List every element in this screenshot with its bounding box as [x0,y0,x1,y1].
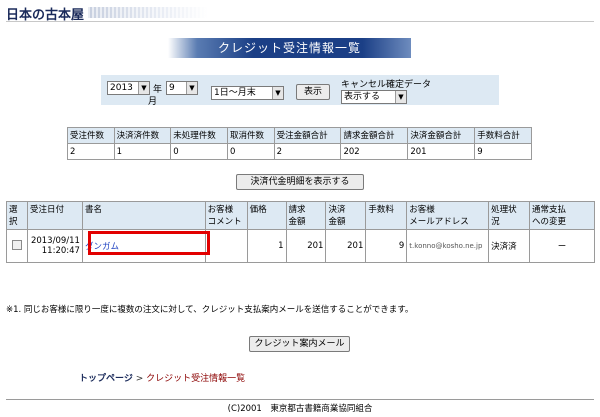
logo-decoration [88,7,208,18]
cancel-data-select[interactable]: 表示する ▼ [341,90,407,104]
header-divider [6,21,594,22]
summary-header-cell: 受注件数 [67,127,115,144]
summary-value-cell: 9 [474,143,532,160]
summary-value-cell: 202 [340,143,409,160]
table-row: 2013/09/11 11:20:47 ダンガム 1 201 201 9 t.k… [6,229,595,263]
summary-value-cell: 1 [113,143,172,160]
breadcrumb-current: クレジット受注情報一覧 [146,374,246,384]
breadcrumb: トップページ > クレジット受注情報一覧 [79,371,245,384]
book-title-link[interactable]: ダンガム [85,242,119,252]
site-logo[interactable]: 日本の古本屋 [6,4,208,23]
orders-table: 選択 受注日付 書名 お客様 コメント 価格 請求 金額 決済 金額 手数料 お… [6,201,595,263]
cancel-data-value: 表示する [344,92,381,102]
order-date: 2013/09/11 [30,236,80,246]
summary-header-cell: 決済済件数 [113,127,172,144]
order-date-cell: 2013/09/11 11:20:47 [26,229,83,263]
header-price: 価格 [246,201,287,230]
breadcrumb-separator: > [135,374,144,384]
customer-comment-cell [204,229,248,263]
header-status: 処理状 況 [488,201,531,230]
price-cell: 1 [246,229,287,263]
summary-header-cell: 決済金額合計 [407,127,476,144]
book-title-cell: ダンガム [81,229,206,263]
select-cell [6,229,28,263]
summary-header-cell: 請求金額合計 [340,127,409,144]
summary-value-cell: 201 [407,143,476,160]
range-value: 1日～月末 [214,88,256,98]
summary-header-cell: 受注金額合計 [273,127,342,144]
year-select[interactable]: 2013 ▼ [107,81,150,95]
page-title: クレジット受注情報一覧 [168,38,411,58]
change-cell: ー [529,229,595,263]
select-checkbox[interactable] [11,239,22,250]
breadcrumb-home-link[interactable]: トップページ [79,374,133,384]
range-select[interactable]: 1日～月末 ▼ [211,86,284,100]
summary-header-cell: 未処理件数 [170,127,229,144]
header-customer-email: お客様 メールアドレス [406,201,490,230]
show-payment-details-button[interactable]: 決済代金明細を表示する [236,174,364,190]
customer-email-cell: t.konno@kosho.ne.jp [406,229,490,263]
order-time: 11:20:47 [41,246,80,256]
month-unit-label: 月 [148,97,158,107]
month-select[interactable]: 9 ▼ [166,81,198,95]
summary-value-cell: 2 [67,143,115,160]
footer-copyright: (C)2001 東京都古書籍商業協同組合 [227,404,373,414]
billing-amount-cell: 201 [285,229,327,263]
orders-header-row: 選択 受注日付 書名 お客様 コメント 価格 請求 金額 決済 金額 手数料 お… [6,201,595,230]
chevron-down-icon: ▼ [395,91,406,103]
header-customer-comment: お客様 コメント [204,201,248,230]
chevron-down-icon: ▼ [138,82,149,94]
header-fee: 手数料 [365,201,408,230]
chevron-down-icon: ▼ [272,87,283,99]
footer-divider [6,399,594,400]
settlement-amount-cell: 201 [325,229,367,263]
header-settlement-amount: 決済 金額 [325,201,367,230]
show-button[interactable]: 表示 [296,84,330,100]
summary-value-row: 2 1 0 0 2 202 201 9 [67,143,532,160]
header-billing-amount: 請求 金額 [285,201,327,230]
summary-header-cell: 手数料合計 [474,127,532,144]
header-order-date: 受注日付 [26,201,83,230]
header-select: 選択 [6,201,28,230]
note-text: ※1. 同じお客様に限り一度に複数の注文に対して、クレジット支払案内メールを送信… [6,305,414,315]
chevron-down-icon: ▼ [186,82,197,94]
summary-value-cell: 0 [170,143,229,160]
header-book-title: 書名 [81,201,206,230]
credit-guide-mail-button[interactable]: クレジット案内メール [249,336,350,352]
status-cell: 決済済 [488,229,531,263]
summary-header-row: 受注件数 決済済件数 未処理件数 取消件数 受注金額合計 請求金額合計 決済金額… [67,127,532,144]
month-value: 9 [169,83,175,93]
summary-header-cell: 取消件数 [227,127,275,144]
filter-panel: 2013 ▼ 年 9 ▼ 月 1日～月末 ▼ 表示 キャンセル確定データ 表示す… [101,75,499,107]
header-change-to-normal: 通常支払 への変更 [529,201,595,230]
cancel-data-label: キャンセル確定データ [341,80,432,90]
summary-value-cell: 0 [227,143,275,160]
summary-value-cell: 2 [273,143,342,160]
summary-table: 受注件数 決済済件数 未処理件数 取消件数 受注金額合計 請求金額合計 決済金額… [67,127,532,160]
year-value: 2013 [110,83,133,93]
fee-cell: 9 [365,229,408,263]
